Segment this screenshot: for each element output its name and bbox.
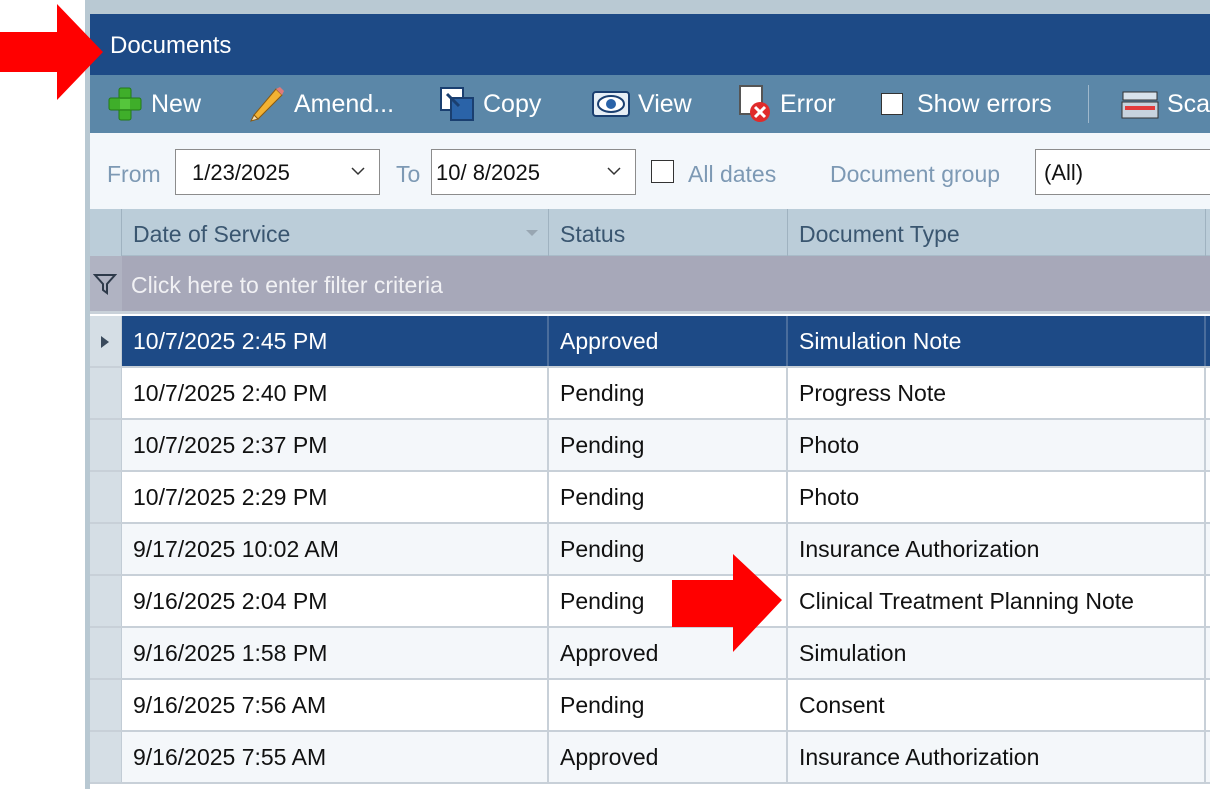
amend-button[interactable]: Amend...	[248, 75, 394, 133]
row-selector[interactable]	[90, 472, 122, 522]
cell-document-type[interactable]: Consent	[788, 680, 1206, 730]
cell-date-of-service[interactable]: 9/16/2025 1:58 PM	[122, 628, 549, 678]
document-group-value: (All)	[1044, 160, 1084, 185]
error-button[interactable]: Error	[736, 75, 836, 133]
eye-icon	[592, 91, 630, 117]
new-label: New	[151, 89, 202, 118]
cell-status[interactable]: Pending	[549, 368, 788, 418]
cell-date-of-service[interactable]: 9/16/2025 7:55 AM	[122, 732, 549, 782]
table-row[interactable]: 10/7/2025 2:29 PM Pending Photo	[90, 472, 1210, 524]
document-error-icon	[739, 85, 770, 122]
documents-title-bar: Documents	[90, 14, 1210, 75]
toolbar-separator	[1088, 85, 1089, 123]
cell-status[interactable]: Approved	[549, 316, 788, 366]
from-date-picker[interactable]: 1/23/2025	[175, 149, 380, 195]
scan-label: Scan	[1167, 89, 1210, 118]
panel-title: Documents	[110, 32, 232, 59]
column-header-document-type[interactable]: Document Type	[788, 209, 1206, 256]
documents-grid: Date of Service Status Document Type Cli…	[90, 209, 1210, 789]
cell-status[interactable]: Approved	[549, 732, 788, 782]
cell-status[interactable]: Pending	[549, 420, 788, 470]
pencil-icon	[250, 87, 284, 122]
cell-document-type[interactable]: Photo	[788, 420, 1206, 470]
row-selector[interactable]	[90, 368, 122, 418]
show-errors-label: Show errors	[917, 89, 1052, 118]
column-header-status[interactable]: Status	[549, 209, 788, 256]
cell-status[interactable]: Pending	[549, 472, 788, 522]
cell-document-type[interactable]: Clinical Treatment Planning Note	[788, 576, 1206, 626]
table-row[interactable]: 9/17/2025 10:02 AM Pending Insurance Autho…	[90, 524, 1210, 576]
error-label: Error	[780, 89, 836, 118]
column-header-status-label: Status	[560, 221, 626, 247]
row-selector[interactable]	[90, 628, 122, 678]
cell-date-of-service[interactable]: 10/7/2025 2:37 PM	[122, 420, 549, 470]
row-selector[interactable]	[90, 420, 122, 470]
copy-label: Copy	[483, 89, 542, 118]
to-date-picker[interactable]: 10/ 8/2025	[431, 149, 636, 195]
table-row[interactable]: 10/7/2025 2:45 PM Approved Simulation Note	[90, 316, 1210, 368]
cell-document-type[interactable]: Insurance Authorization	[788, 732, 1206, 782]
from-date-value: 1/23/2025	[192, 160, 290, 185]
column-header-type-label: Document Type	[799, 221, 960, 247]
row-selector[interactable]	[90, 732, 122, 782]
row-selector[interactable]	[90, 576, 122, 626]
filter-placeholder: Click here to enter filter criteria	[131, 272, 443, 298]
all-dates-label: All dates	[688, 161, 777, 187]
cell-document-type[interactable]: Simulation	[788, 628, 1206, 678]
annotation-arrow-document-type	[672, 554, 782, 652]
cell-document-type[interactable]: Insurance Authorization	[788, 524, 1206, 574]
window-top-band	[90, 0, 1210, 14]
show-errors-check-box[interactable]	[881, 93, 903, 115]
cell-status[interactable]: Pending	[549, 680, 788, 730]
filter-row-selector	[90, 256, 122, 311]
table-row[interactable]: 10/7/2025 2:37 PM Pending Photo	[90, 420, 1210, 472]
view-label: View	[638, 89, 692, 118]
row-selector[interactable]	[90, 316, 122, 366]
grid-header: Date of Service Status Document Type	[90, 209, 1210, 256]
to-date-value: 10/ 8/2025	[436, 160, 540, 185]
cell-date-of-service[interactable]: 9/16/2025 2:04 PM	[122, 576, 549, 626]
cell-document-type[interactable]: Photo	[788, 472, 1206, 522]
cell-date-of-service[interactable]: 9/17/2025 10:02 AM	[122, 524, 549, 574]
chevron-down-icon[interactable]	[349, 162, 367, 180]
amend-label: Amend...	[294, 89, 395, 118]
current-row-indicator-icon	[101, 336, 109, 348]
view-button[interactable]: View	[592, 75, 692, 133]
show-errors-checkbox[interactable]: Show errors	[881, 75, 1052, 133]
plus-icon	[108, 87, 142, 121]
row-selector[interactable]	[90, 524, 122, 574]
table-row[interactable]: 9/16/2025 1:58 PM Approved Simulation	[90, 628, 1210, 680]
column-header-date-label: Date of Service	[133, 221, 291, 247]
funnel-icon	[93, 274, 117, 295]
table-row[interactable]: 10/7/2025 2:40 PM Pending Progress Note	[90, 368, 1210, 420]
new-button[interactable]: New	[107, 75, 201, 133]
cell-date-of-service[interactable]: 9/16/2025 7:56 AM	[122, 680, 549, 730]
document-group-label: Document group	[830, 161, 1001, 187]
copy-button[interactable]: Copy	[439, 75, 541, 133]
annotation-arrow-title	[0, 4, 103, 100]
from-label: From	[107, 161, 161, 187]
filter-row[interactable]: Click here to enter filter criteria	[90, 256, 1210, 314]
chevron-down-icon[interactable]	[605, 162, 623, 180]
table-row[interactable]: 9/16/2025 2:04 PM Pending Clinical Treatme…	[90, 576, 1210, 628]
table-row[interactable]: 9/16/2025 7:55 AM Approved Insurance Autho…	[90, 732, 1210, 784]
cell-document-type[interactable]: Progress Note	[788, 368, 1206, 418]
scanner-icon	[1121, 91, 1159, 119]
column-header-date-of-service[interactable]: Date of Service	[122, 209, 549, 256]
table-row[interactable]: 9/16/2025 7:56 AM Pending Consent	[90, 680, 1210, 732]
header-row-selector	[90, 209, 122, 256]
filter-bar: From 1/23/2025 To 10/ 8/2025 All dates D…	[90, 133, 1210, 209]
copy-icon	[440, 87, 474, 121]
all-dates-checkbox[interactable]	[651, 160, 674, 183]
row-selector[interactable]	[90, 680, 122, 730]
cell-date-of-service[interactable]: 10/7/2025 2:29 PM	[122, 472, 549, 522]
documents-toolbar: New Amend... Copy View Error Show errors…	[90, 75, 1210, 133]
document-group-select[interactable]: (All)	[1035, 149, 1210, 195]
to-label: To	[396, 161, 421, 187]
sort-indicator-icon	[526, 230, 538, 236]
cell-document-type[interactable]: Simulation Note	[788, 316, 1206, 366]
cell-date-of-service[interactable]: 10/7/2025 2:40 PM	[122, 368, 549, 418]
cell-date-of-service[interactable]: 10/7/2025 2:45 PM	[122, 316, 549, 366]
scan-button[interactable]: Scan	[1121, 75, 1210, 133]
